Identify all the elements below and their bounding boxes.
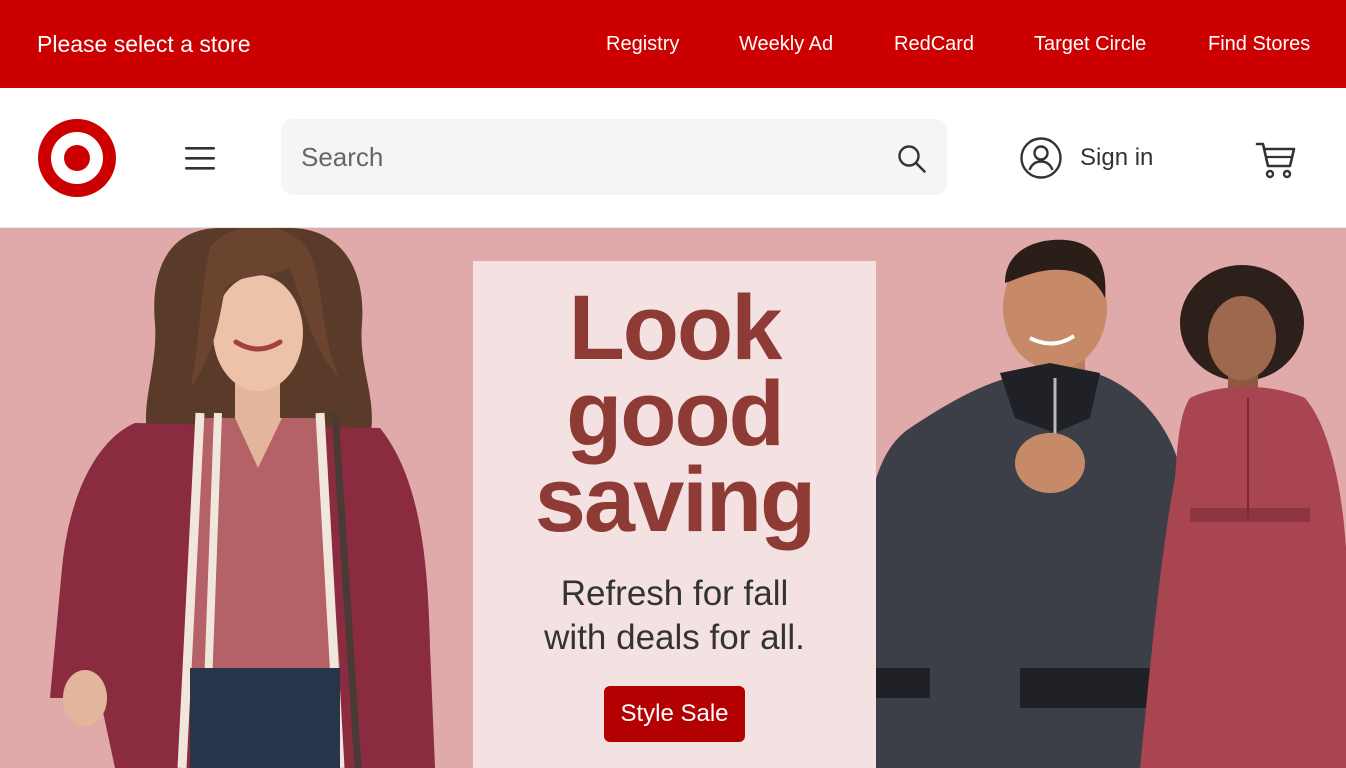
sign-in-label: Sign in: [1080, 144, 1154, 171]
search-input[interactable]: [301, 119, 891, 195]
cart-button[interactable]: [1254, 138, 1298, 180]
subtext-line: Refresh for fall: [560, 574, 789, 613]
style-sale-button[interactable]: Style Sale: [604, 686, 745, 742]
utility-links: Registry Weekly Ad RedCard Target Circle…: [0, 31, 1346, 57]
user-circle-icon: [1020, 137, 1062, 179]
site-header: Sign in: [0, 88, 1346, 228]
hero-photo-woman-cardigan: [50, 228, 435, 768]
hero-subtext: Refresh for fall with deals for all.: [473, 572, 876, 660]
shopping-cart-icon: [1255, 142, 1296, 179]
utility-bar: Please select a store Registry Weekly Ad…: [0, 0, 1346, 88]
hero-headline: Look good saving: [473, 277, 876, 551]
menu-button[interactable]: [180, 141, 220, 175]
weekly-ad-link[interactable]: Weekly Ad: [739, 31, 833, 57]
target-logo[interactable]: [38, 119, 116, 197]
redcard-link[interactable]: RedCard: [894, 31, 974, 57]
hero-photo-woman-dress: [1140, 265, 1346, 768]
hamburger-menu-icon: [185, 147, 215, 170]
target-bullseye-icon: [38, 119, 116, 197]
promo-card: Look good saving Refresh for fall with d…: [473, 261, 876, 768]
search-icon: [898, 145, 926, 173]
search-box: [281, 119, 947, 195]
subtext-line: with deals for all.: [544, 618, 805, 657]
find-stores-link[interactable]: Find Stores: [1208, 31, 1310, 57]
headline-line: Look: [568, 277, 783, 379]
target-circle-link[interactable]: Target Circle: [1034, 31, 1146, 57]
headline-line: good: [566, 363, 785, 465]
search-button[interactable]: [896, 143, 928, 175]
hero-banner[interactable]: Look good saving Refresh for fall with d…: [0, 228, 1346, 768]
registry-link[interactable]: Registry: [606, 31, 679, 57]
headline-line: saving: [534, 449, 816, 551]
